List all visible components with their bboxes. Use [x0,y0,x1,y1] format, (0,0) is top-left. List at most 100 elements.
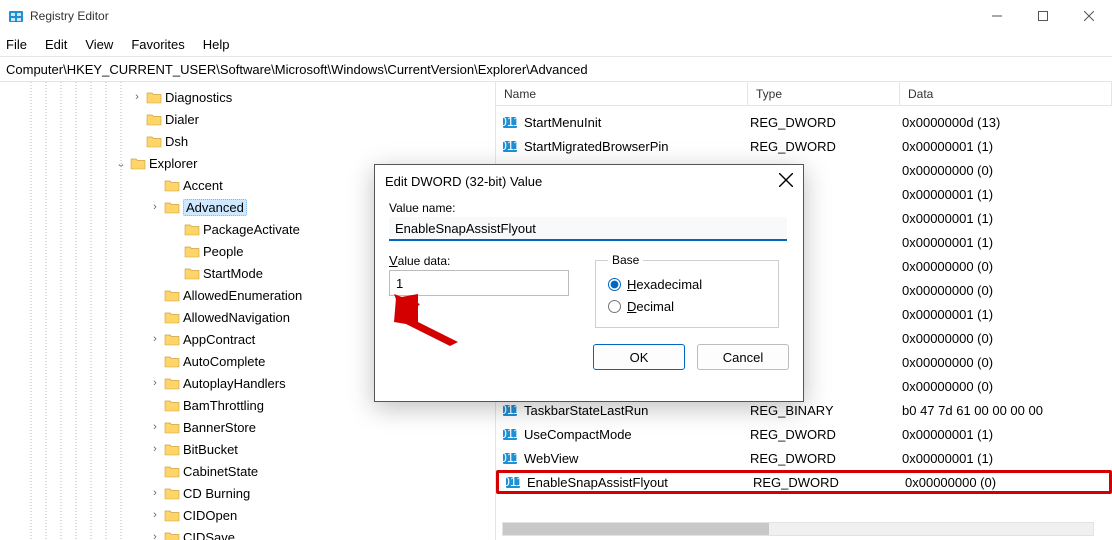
value-type: REG_DWORD [742,139,894,154]
dword-icon: 011 [502,426,518,442]
menu-favorites[interactable]: Favorites [131,37,184,52]
tree-item-label: AllowedEnumeration [183,288,302,303]
value-type: REG_DWORD [745,475,897,490]
dialog-close-button[interactable] [779,173,793,190]
window-title: Registry Editor [30,9,109,23]
value-data: 0x00000001 (1) [894,427,1112,442]
value-data: b0 47 7d 61 00 00 00 00 [894,403,1112,418]
menu-view[interactable]: View [85,37,113,52]
value-data: 0x00000001 (1) [894,307,1112,322]
value-name: EnableSnapAssistFlyout [527,475,668,490]
svg-text:011: 011 [502,138,518,153]
tree-item-label: AllowedNavigation [183,310,290,325]
tree-item-label: BannerStore [183,420,256,435]
value-data: 0x00000000 (0) [894,379,1112,394]
menu-file[interactable]: File [6,37,27,52]
menu-help[interactable]: Help [203,37,230,52]
tree-item-label: PackageActivate [203,222,300,237]
folder-icon [184,266,200,280]
value-data: 0x00000000 (0) [894,163,1112,178]
tree-item-label: CD Burning [183,486,250,501]
window-controls [974,0,1112,32]
tree-item-label: AppContract [183,332,255,347]
value-name: WebView [524,451,578,466]
value-data: 0x0000000d (13) [894,115,1112,130]
value-name: TaskbarStateLastRun [524,403,648,418]
edit-dword-dialog: Edit DWORD (32-bit) Value Value name: Va… [374,164,804,402]
tree-item-label: BitBucket [183,442,238,457]
col-type[interactable]: Type [748,82,900,105]
tree-item-label: People [203,244,243,259]
folder-icon [184,222,200,236]
value-data: 0x00000001 (1) [894,139,1112,154]
tree-item-label: CIDSave [183,530,235,540]
base-legend: Base [608,253,643,267]
value-data: 0x00000001 (1) [894,451,1112,466]
tree-item-label: Advanced [183,199,247,216]
value-type: REG_BINARY [742,403,894,418]
ok-button[interactable]: OK [593,344,685,370]
tree-item-label: StartMode [203,266,263,281]
value-data: 0x00000000 (0) [894,355,1112,370]
svg-text:011: 011 [502,450,518,465]
tree-guides [0,82,180,540]
tree-item-label: CabinetState [183,464,258,479]
col-name[interactable]: Name [496,82,748,105]
value-data: 0x00000001 (1) [894,235,1112,250]
radio-decimal[interactable] [608,300,621,313]
value-row[interactable]: 011 StartMenuInit REG_DWORD0x0000000d (13) [496,110,1112,134]
value-type: REG_DWORD [742,451,894,466]
tree-item-label: AutoComplete [183,354,265,369]
svg-text:011: 011 [502,426,518,441]
menu-edit[interactable]: Edit [45,37,67,52]
dword-icon: 011 [502,402,518,418]
horizontal-scrollbar[interactable] [502,522,1094,536]
value-name-label: Value name: [389,201,789,215]
dword-icon: 011 [502,114,518,130]
value-name: UseCompactMode [524,427,632,442]
value-data: 0x00000001 (1) [894,211,1112,226]
value-data: 0x00000000 (0) [894,283,1112,298]
dword-icon: 011 [502,138,518,154]
value-data: 0x00000000 (0) [894,331,1112,346]
value-row[interactable]: 011 UseCompactMode REG_DWORD0x00000001 (1) [496,422,1112,446]
dword-icon: 011 [505,474,521,490]
value-row[interactable]: 011 WebView REG_DWORD0x00000001 (1) [496,446,1112,470]
tree-item-label: BamThrottling [183,398,264,413]
minimize-button[interactable] [974,0,1020,32]
tree-item-label: CIDOpen [183,508,237,523]
address-text: Computer\HKEY_CURRENT_USER\Software\Micr… [6,62,588,77]
value-name: StartMenuInit [524,115,601,130]
value-data-input[interactable] [389,270,569,296]
radio-decimal-label[interactable]: Decimal [627,299,674,314]
tree-item-label: Accent [183,178,223,193]
value-data: 0x00000000 (0) [894,259,1112,274]
base-fieldset: Base Hexadecimal Decimal [595,253,779,328]
value-data: 0x00000000 (0) [897,475,1109,490]
col-data[interactable]: Data [900,82,1112,105]
maximize-button[interactable] [1020,0,1066,32]
value-name-input[interactable] [389,217,787,241]
titlebar: Registry Editor [0,0,1112,32]
value-row[interactable]: 011 EnableSnapAssistFlyout REG_DWORD0x0000… [496,470,1112,494]
dword-icon: 011 [502,450,518,466]
tree-item-label: AutoplayHandlers [183,376,286,391]
value-data-label: Value data: [389,253,569,268]
address-bar[interactable]: Computer\HKEY_CURRENT_USER\Software\Micr… [0,56,1112,82]
folder-icon [184,244,200,258]
value-row[interactable]: 011 StartMigratedBrowserPin REG_DWORD0x000… [496,134,1112,158]
dialog-title: Edit DWORD (32-bit) Value [385,174,542,189]
svg-text:011: 011 [502,402,518,417]
value-type: REG_DWORD [742,427,894,442]
close-button[interactable] [1066,0,1112,32]
svg-text:011: 011 [505,474,521,489]
radio-hexadecimal[interactable] [608,278,621,291]
list-header: Name Type Data [496,82,1112,106]
radio-hexadecimal-label[interactable]: Hexadecimal [627,277,702,292]
menu-bar: File Edit View Favorites Help [0,32,1112,56]
regedit-app-icon [8,8,24,24]
value-name: StartMigratedBrowserPin [524,139,669,154]
value-type: REG_DWORD [742,115,894,130]
cancel-button[interactable]: Cancel [697,344,789,370]
value-data: 0x00000001 (1) [894,187,1112,202]
